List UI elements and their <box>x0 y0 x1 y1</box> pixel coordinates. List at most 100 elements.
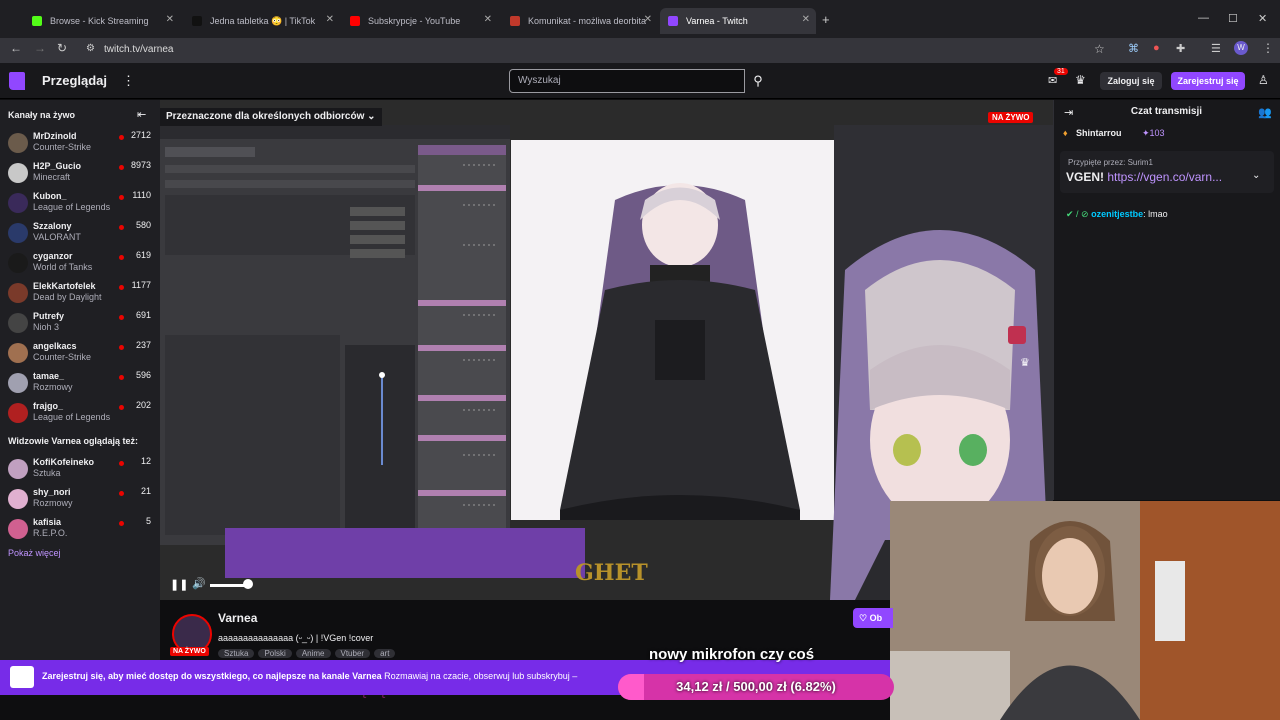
maximize-icon[interactable]: ☐ <box>1228 12 1238 25</box>
login-button[interactable]: Zaloguj się <box>1100 72 1162 90</box>
url-field[interactable]: twitch.tv/varnea <box>80 40 1120 60</box>
close-window-icon[interactable]: ✕ <box>1258 12 1267 25</box>
viewer-count: 1177 <box>131 280 151 290</box>
tab-label: Komunikat - możliwa deorbitac... <box>528 16 646 26</box>
signup-button[interactable]: Zarejestruj się <box>1171 72 1245 90</box>
channel-item[interactable]: frajgo_ League of Legends 202 <box>0 400 160 430</box>
extension-overlay-icon[interactable] <box>1008 326 1026 344</box>
pause-icon[interactable]: ❚❚ <box>170 578 188 591</box>
channel-game: Minecraft <box>33 172 71 182</box>
puzzle-icon[interactable]: ✚ <box>1176 42 1185 55</box>
close-tab-icon[interactable]: ✕ <box>326 14 334 25</box>
channel-name[interactable]: Varnea <box>218 611 257 625</box>
more-menu-icon[interactable]: ⋮ <box>122 73 135 89</box>
browser-tab[interactable]: Jedna tabletka 😳 | TikTok ✕ <box>184 8 340 34</box>
channel-item[interactable]: KofiKofeineko Sztuka 12 <box>0 456 160 486</box>
sidebar-toggle-icon[interactable]: ☰ <box>1211 42 1221 55</box>
channel-item[interactable]: MrDzinold Counter-Strike 2712 <box>0 130 160 160</box>
tab-label: Jedna tabletka 😳 | TikTok <box>210 15 316 26</box>
notification-badge: 31 <box>1054 68 1068 75</box>
follow-button[interactable]: ♡ Ob <box>853 608 893 628</box>
channel-item[interactable]: kafisia R.E.P.O. 5 <box>0 516 160 546</box>
inbox-icon[interactable]: ✉ <box>1048 74 1057 87</box>
browse-link[interactable]: Przeglądaj <box>42 73 107 88</box>
channel-name: ElekKartofelek <box>33 281 96 291</box>
channel-avatar <box>8 283 28 303</box>
top-gifter-name[interactable]: Shintarrou <box>1076 128 1122 138</box>
volume-knob[interactable] <box>243 579 253 589</box>
menu-dots-icon[interactable]: ⋮ <box>1262 41 1274 55</box>
close-tab-icon[interactable]: ✕ <box>644 14 652 25</box>
browser-tab[interactable]: Subskrypcje - YouTube ✕ <box>342 8 498 34</box>
browser-tab[interactable]: Varnea - Twitch ✕ <box>660 8 816 34</box>
banner-text: Zarejestruj się, aby mieć dostęp do wszy… <box>42 671 578 681</box>
stream-tag[interactable]: Polski <box>258 649 292 658</box>
show-more-link[interactable]: Pokaż więcej <box>8 548 61 558</box>
viewer-count: 1110 <box>132 190 151 200</box>
twitch-logo[interactable] <box>9 72 25 90</box>
stream-tag[interactable]: Sztuka <box>218 649 255 658</box>
pinned-by-label: Przypięte przez: Surim1 <box>1068 158 1153 167</box>
channel-item[interactable]: angelkacs Counter-Strike 237 <box>0 340 160 370</box>
channel-item[interactable]: Kubon_ League of Legends 1110 <box>0 190 160 220</box>
volume-icon[interactable]: 🔊 <box>192 577 206 590</box>
tab-label: Browse - Kick Streaming <box>50 16 149 26</box>
new-tab-button[interactable]: + <box>822 12 830 27</box>
stream-tag[interactable]: Anime <box>295 649 331 658</box>
prime-overlay-icon[interactable]: ♛ <box>1020 356 1030 369</box>
channel-item[interactable]: ElekKartofelek Dead by Daylight 1177 <box>0 280 160 310</box>
extension-icon[interactable]: ⌘ <box>1128 42 1139 55</box>
stream-tag[interactable]: Vtuber <box>334 649 371 658</box>
reload-icon[interactable]: ↻ <box>57 41 67 55</box>
channel-item[interactable]: tamae_ Rozmowy 596 <box>0 370 160 400</box>
viewer-count: 21 <box>140 486 151 496</box>
chat-users-icon[interactable]: 👥 <box>1258 106 1272 119</box>
chevron-down-icon[interactable]: ⌄ <box>1252 170 1260 181</box>
tab-favicon-icon <box>192 16 202 26</box>
collapse-sidebar-icon[interactable]: ⇤ <box>137 108 146 121</box>
prime-crown-icon[interactable]: ♛ <box>1075 73 1086 87</box>
channel-name: MrDzinold <box>33 131 77 141</box>
pinned-link[interactable]: https://vgen.co/varn... <box>1107 170 1222 184</box>
channel-avatar <box>8 489 28 509</box>
viewer-count: 580 <box>135 220 151 230</box>
close-tab-icon[interactable]: ✕ <box>166 14 174 25</box>
forward-icon[interactable]: → <box>34 41 46 55</box>
parameter-list-panel <box>418 145 506 545</box>
tab-label: Varnea - Twitch <box>686 16 748 26</box>
search-icon[interactable]: ⚲ <box>746 69 770 93</box>
channel-item[interactable]: Putrefy Nioh 3 691 <box>0 310 160 340</box>
bookmark-star-icon[interactable]: ☆ <box>1094 42 1105 56</box>
stream-tag[interactable]: art <box>374 649 396 658</box>
browser-tab[interactable]: Komunikat - możliwa deorbitac... ✕ <box>502 8 658 34</box>
viewer-count: 8973 <box>130 160 151 170</box>
channel-avatar <box>8 193 28 213</box>
tab-favicon-icon <box>510 16 520 26</box>
chat-username[interactable]: ozenitjestbe <box>1091 209 1143 219</box>
channel-item[interactable]: H2P_Gucio Minecraft 8973 <box>0 160 160 190</box>
left-sidebar: Kanały na żywo ⇤ MrDzinold Counter-Strike… <box>0 100 160 660</box>
channel-avatar <box>8 133 28 153</box>
close-tab-icon[interactable]: ✕ <box>802 14 810 25</box>
channel-item[interactable]: Szzalony VALORANT 580 <box>0 220 160 250</box>
channel-game: VALORANT <box>33 232 81 242</box>
back-icon[interactable]: ← <box>10 41 22 55</box>
extension-red-icon[interactable]: ● <box>1153 42 1160 54</box>
site-info-icon[interactable]: ⚙ <box>86 43 95 54</box>
chat-text: : lmao <box>1143 209 1168 219</box>
user-icon[interactable]: ♙ <box>1258 73 1269 87</box>
live-badge: NA ŻYWO <box>988 112 1034 123</box>
search-input[interactable]: Wyszukaj <box>509 69 745 93</box>
chat-title: Czat transmisji <box>1130 106 1203 117</box>
leaderboard-icon: ♦ <box>1063 128 1068 138</box>
stream-title: aaaaaaaaaaaaaaa (ᵕ_ᵕ) | !VGen !cover <box>218 633 374 643</box>
channel-item[interactable]: shy_nori Rozmowy 21 <box>0 486 160 516</box>
chat-message: ✔ / ⊘ ozenitjestbe: lmao <box>1066 209 1168 220</box>
minimize-icon[interactable]: — <box>1198 12 1209 24</box>
channel-item[interactable]: cyganzor World of Tanks 619 <box>0 250 160 280</box>
profile-avatar[interactable]: W <box>1234 41 1248 55</box>
audience-warning-label[interactable]: Przeznaczone dla określonych odbiorców ⌄ <box>160 108 382 126</box>
pinned-message[interactable]: VGEN! https://vgen.co/varn... <box>1066 170 1222 184</box>
close-tab-icon[interactable]: ✕ <box>484 14 492 25</box>
browser-tab[interactable]: Browse - Kick Streaming ✕ <box>24 8 180 34</box>
